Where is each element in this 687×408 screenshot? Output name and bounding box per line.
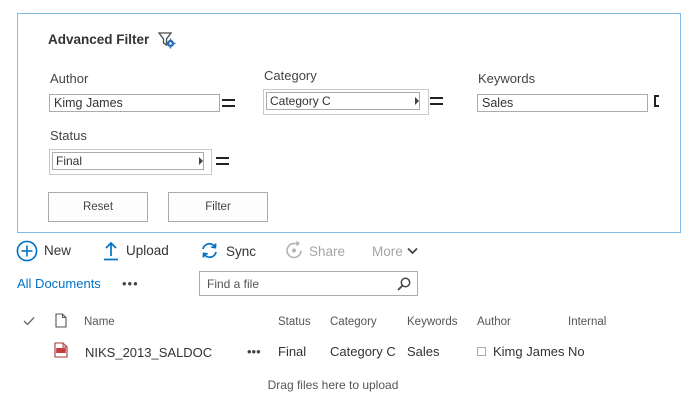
- author-presence-checkbox[interactable]: [477, 347, 486, 356]
- share-command[interactable]: Share: [284, 240, 354, 262]
- drag-drop-hint: Drag files here to upload: [267, 378, 399, 392]
- pdf-file-icon: [54, 342, 68, 358]
- column-header-category[interactable]: Category: [330, 316, 377, 328]
- equals-icon: [216, 157, 229, 165]
- search-placeholder: Find a file: [207, 277, 260, 291]
- status-select[interactable]: Final: [49, 149, 212, 175]
- document-type-icon: [55, 313, 67, 328]
- filter-title: Advanced Filter: [48, 32, 150, 47]
- column-header-keywords[interactable]: Keywords: [407, 316, 458, 328]
- view-options-ellipsis[interactable]: •••: [122, 276, 139, 291]
- bracket-icon: [654, 95, 659, 107]
- row-internal: No: [568, 344, 585, 359]
- reset-button[interactable]: Reset: [48, 192, 148, 222]
- sync-label: Sync: [226, 244, 257, 259]
- author-label: Author: [50, 71, 89, 86]
- category-select[interactable]: Category C: [263, 89, 429, 115]
- upload-icon: [104, 241, 118, 261]
- file-name-link[interactable]: NIKS_2013_SALDOC: [85, 345, 212, 360]
- chevron-right-icon: [415, 97, 419, 105]
- row-status: Final: [278, 344, 307, 359]
- chevron-down-icon: [407, 247, 418, 255]
- table-row: NIKS_2013_SALDOC ••• Final Category C Sa…: [17, 336, 667, 366]
- share-label: Share: [309, 244, 346, 259]
- column-header-name[interactable]: Name: [84, 316, 115, 328]
- more-command[interactable]: More: [372, 240, 432, 262]
- column-header-internal[interactable]: Internal: [568, 316, 606, 328]
- keywords-label: Keywords: [478, 71, 536, 86]
- equals-icon: [222, 99, 235, 107]
- upload-label: Upload: [126, 243, 169, 258]
- upload-command[interactable]: Upload: [103, 240, 183, 262]
- row-keywords: Sales: [407, 344, 440, 359]
- search-icon[interactable]: [397, 277, 411, 291]
- keywords-input[interactable]: Sales: [477, 94, 648, 112]
- new-label: New: [44, 243, 72, 258]
- category-label: Category: [264, 68, 317, 83]
- row-category: Category C: [330, 344, 396, 359]
- sync-icon: [202, 242, 217, 259]
- column-header-author[interactable]: Author: [477, 316, 511, 328]
- column-header-status[interactable]: Status: [278, 316, 311, 328]
- filter-button[interactable]: Filter: [168, 192, 268, 222]
- view-all-documents[interactable]: All Documents: [17, 276, 101, 291]
- select-all-checkmark-icon[interactable]: [23, 316, 35, 326]
- status-select-box: Final: [52, 152, 204, 170]
- plus-circle-icon: [16, 240, 38, 262]
- sync-command[interactable]: Sync: [200, 240, 270, 262]
- more-label: More: [372, 244, 403, 259]
- chevron-right-icon: [199, 157, 203, 165]
- advanced-filter-panel: Advanced Filter Author Kimg James Catego…: [17, 13, 681, 233]
- filter-gear-icon: [158, 32, 176, 49]
- row-author[interactable]: Kimg James: [493, 344, 565, 359]
- find-file-search[interactable]: Find a file: [199, 271, 418, 296]
- status-selected-value: Final: [56, 154, 83, 168]
- equals-icon: [430, 97, 443, 105]
- author-input[interactable]: Kimg James: [49, 94, 220, 112]
- category-selected-value: Category C: [270, 94, 331, 108]
- status-label: Status: [50, 128, 87, 143]
- share-icon: [286, 241, 302, 259]
- row-actions-ellipsis[interactable]: •••: [247, 344, 261, 359]
- category-select-box: Category C: [266, 92, 420, 110]
